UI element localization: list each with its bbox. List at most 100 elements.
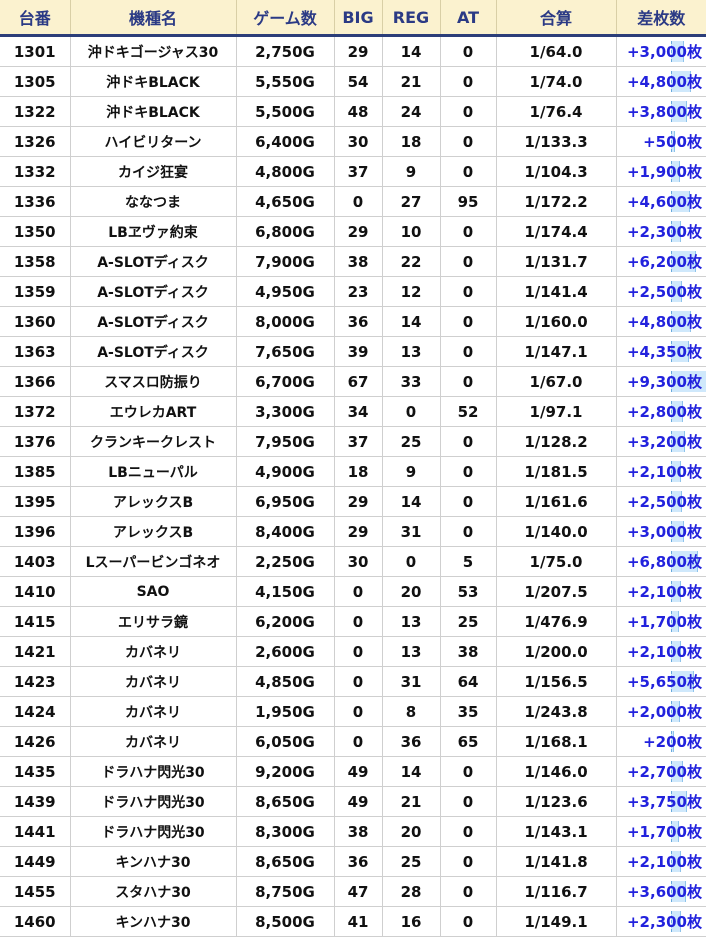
table-row[interactable]: 1372 エウレカART 3,300G 34 0 52 1/97.1 +2,800枚 xyxy=(0,396,706,427)
machine-no-cell: 1359 xyxy=(0,276,70,307)
table-row[interactable]: 1441 ドラハナ閃光30 8,300G 38 20 0 1/143.1 +1,700枚 xyxy=(0,816,706,847)
machine-no-cell: 1426 xyxy=(0,726,70,757)
big-count-cell: 0 xyxy=(333,696,382,727)
coin-difference-value: +2,700枚 xyxy=(626,763,702,781)
reg-count-cell: 36 xyxy=(381,726,440,757)
combined-rate-cell: 1/133.3 xyxy=(495,126,616,157)
table-row[interactable]: 1350 LBヱヴァ約束 6,800G 29 10 0 1/174.4 +2,300枚 xyxy=(0,216,706,247)
reg-count-cell: 14 xyxy=(381,35,440,67)
table-row[interactable]: 1403 Lスーパービンゴネオ 2,250G 30 0 5 1/75.0 +6,800枚 xyxy=(0,546,706,577)
coin-difference-cell: +2,800枚 xyxy=(615,396,706,427)
table-row[interactable]: 1410 SAO 4,150G 0 20 53 1/207.5 +2,100枚 xyxy=(0,576,706,607)
table-row[interactable]: 1426 カバネリ 6,050G 0 36 65 1/168.1 +200枚 xyxy=(0,726,706,757)
machine-name-cell: ドラハナ閃光30 xyxy=(69,816,236,847)
game-count-cell: 4,150G xyxy=(235,576,334,607)
game-count-cell: 5,500G xyxy=(235,96,334,127)
table-row[interactable]: 1396 アレックスB 8,400G 29 31 0 1/140.0 +3,000枚 xyxy=(0,516,706,547)
big-count-cell: 49 xyxy=(333,756,382,787)
big-count-cell: 34 xyxy=(333,396,382,427)
combined-rate-cell: 1/141.4 xyxy=(495,276,616,307)
header-coin-difference[interactable]: 差枚数 xyxy=(615,0,706,37)
table-row[interactable]: 1359 A-SLOTディスク 4,950G 23 12 0 1/141.4 +2,500枚 xyxy=(0,276,706,307)
combined-rate-cell: 1/116.7 xyxy=(495,876,616,907)
at-count-cell: 0 xyxy=(439,336,496,367)
machine-no-cell: 1423 xyxy=(0,666,70,697)
table-row[interactable]: 1449 キンハナ30 8,650G 36 25 0 1/141.8 +2,100枚 xyxy=(0,846,706,877)
coin-difference-value: +4,800枚 xyxy=(626,73,702,91)
coin-difference-cell: +2,700枚 xyxy=(615,756,706,787)
at-count-cell: 0 xyxy=(439,126,496,157)
table-row[interactable]: 1421 カバネリ 2,600G 0 13 38 1/200.0 +2,100枚 xyxy=(0,636,706,667)
coin-difference-value: +2,100枚 xyxy=(626,643,702,661)
table-row[interactable]: 1366 スマスロ防振り 6,700G 67 33 0 1/67.0 +9,300枚 xyxy=(0,366,706,397)
reg-count-cell: 14 xyxy=(381,756,440,787)
header-at[interactable]: AT xyxy=(439,0,496,37)
machine-no-cell: 1336 xyxy=(0,186,70,217)
header-game-count[interactable]: ゲーム数 xyxy=(235,0,334,37)
at-count-cell: 0 xyxy=(439,96,496,127)
at-count-cell: 0 xyxy=(439,306,496,337)
table-row[interactable]: 1358 A-SLOTディスク 7,900G 38 22 0 1/131.7 +6,200枚 xyxy=(0,246,706,277)
table-row[interactable]: 1439 ドラハナ閃光30 8,650G 49 21 0 1/123.6 +3,750枚 xyxy=(0,786,706,817)
machine-no-cell: 1396 xyxy=(0,516,70,547)
header-big[interactable]: BIG xyxy=(333,0,382,37)
header-reg[interactable]: REG xyxy=(381,0,440,37)
table-row[interactable]: 1360 A-SLOTディスク 8,000G 36 14 0 1/160.0 +4,800枚 xyxy=(0,306,706,337)
table-row[interactable]: 1415 エリサラ鏡 6,200G 0 13 25 1/476.9 +1,700枚 xyxy=(0,606,706,637)
table-row[interactable]: 1326 ハイビリターン 6,400G 30 18 0 1/133.3 +500枚 xyxy=(0,126,706,157)
at-count-cell: 0 xyxy=(439,426,496,457)
big-count-cell: 54 xyxy=(333,66,382,97)
at-count-cell: 5 xyxy=(439,546,496,577)
machine-name-cell: 沖ドキBLACK xyxy=(69,96,236,127)
reg-count-cell: 33 xyxy=(381,366,440,397)
table-row[interactable]: 1336 ななつま 4,650G 0 27 95 1/172.2 +4,600枚 xyxy=(0,186,706,217)
coin-difference-cell: +3,800枚 xyxy=(615,96,706,127)
header-machine-name[interactable]: 機種名 xyxy=(69,0,236,37)
coin-difference-cell: +2,300枚 xyxy=(615,216,706,247)
machine-name-cell: A-SLOTディスク xyxy=(69,246,236,277)
table-row[interactable]: 1455 スタハナ30 8,750G 47 28 0 1/116.7 +3,600枚 xyxy=(0,876,706,907)
coin-difference-value: +2,100枚 xyxy=(626,853,702,871)
machine-name-cell: LBニューパル xyxy=(69,456,236,487)
combined-rate-cell: 1/476.9 xyxy=(495,606,616,637)
table-row[interactable]: 1305 沖ドキBLACK 5,550G 54 21 0 1/74.0 +4,800枚 xyxy=(0,66,706,97)
coin-difference-cell: +3,000枚 xyxy=(615,516,706,547)
at-count-cell: 0 xyxy=(439,846,496,877)
coin-difference-value: +4,600枚 xyxy=(626,193,702,211)
machine-no-cell: 1435 xyxy=(0,756,70,787)
reg-count-cell: 0 xyxy=(381,396,440,427)
header-machine-no[interactable]: 台番 xyxy=(0,0,70,37)
big-count-cell: 0 xyxy=(333,186,382,217)
game-count-cell: 9,200G xyxy=(235,756,334,787)
coin-difference-cell: +3,750枚 xyxy=(615,786,706,817)
table-row[interactable]: 1424 カバネリ 1,950G 0 8 35 1/243.8 +2,000枚 xyxy=(0,696,706,727)
combined-rate-cell: 1/200.0 xyxy=(495,636,616,667)
machine-name-cell: カイジ狂宴 xyxy=(69,156,236,187)
coin-difference-cell: +1,700枚 xyxy=(615,816,706,847)
combined-rate-cell: 1/140.0 xyxy=(495,516,616,547)
at-count-cell: 64 xyxy=(439,666,496,697)
table-row[interactable]: 1395 アレックスB 6,950G 29 14 0 1/161.6 +2,500枚 xyxy=(0,486,706,517)
table-row[interactable]: 1423 カバネリ 4,850G 0 31 64 1/156.5 +5,650枚 xyxy=(0,666,706,697)
game-count-cell: 1,950G xyxy=(235,696,334,727)
coin-difference-value: +2,300枚 xyxy=(626,913,702,931)
table-row[interactable]: 1435 ドラハナ閃光30 9,200G 49 14 0 1/146.0 +2,700枚 xyxy=(0,756,706,787)
reg-count-cell: 25 xyxy=(381,846,440,877)
table-row[interactable]: 1301 沖ドキゴージャス30 2,750G 29 14 0 1/64.0 +3,000枚 xyxy=(0,35,706,67)
machine-name-cell: スタハナ30 xyxy=(69,876,236,907)
big-count-cell: 47 xyxy=(333,876,382,907)
table-row[interactable]: 1460 キンハナ30 8,500G 41 16 0 1/149.1 +2,300枚 xyxy=(0,906,706,937)
machine-name-cell: A-SLOTディスク xyxy=(69,276,236,307)
table-row[interactable]: 1385 LBニューパル 4,900G 18 9 0 1/181.5 +2,100枚 xyxy=(0,456,706,487)
table-row[interactable]: 1332 カイジ狂宴 4,800G 37 9 0 1/104.3 +1,900枚 xyxy=(0,156,706,187)
reg-count-cell: 27 xyxy=(381,186,440,217)
table-row[interactable]: 1376 クランキークレスト 7,950G 37 25 0 1/128.2 +3,200枚 xyxy=(0,426,706,457)
header-combined-rate[interactable]: 合算 xyxy=(495,0,616,37)
table-row[interactable]: 1322 沖ドキBLACK 5,500G 48 24 0 1/76.4 +3,800枚 xyxy=(0,96,706,127)
combined-rate-cell: 1/75.0 xyxy=(495,546,616,577)
at-count-cell: 0 xyxy=(439,786,496,817)
machine-no-cell: 1424 xyxy=(0,696,70,727)
coin-difference-value: +2,300枚 xyxy=(626,223,702,241)
table-row[interactable]: 1363 A-SLOTディスク 7,650G 39 13 0 1/147.1 +4,350枚 xyxy=(0,336,706,367)
reg-count-cell: 16 xyxy=(381,906,440,937)
